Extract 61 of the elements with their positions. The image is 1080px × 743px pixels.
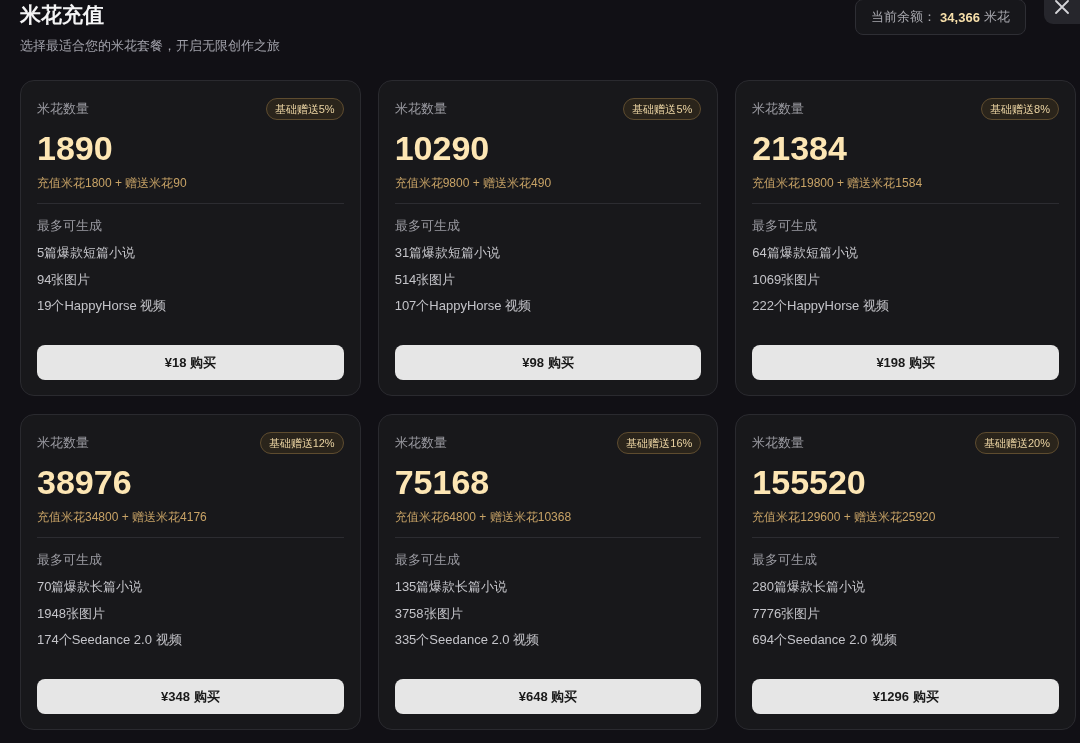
coin-amount: 21384 — [752, 128, 847, 168]
benefit-item: 70篇爆款长篇小说 — [37, 578, 143, 596]
generate-label: 最多可生成 — [752, 217, 818, 235]
generate-label: 最多可生成 — [752, 551, 818, 569]
benefit-item: 174个Seedance 2.0 视频 — [37, 631, 182, 649]
generate-label: 最多可生成 — [394, 551, 460, 569]
bonus-badge: 基础赠送8% — [981, 98, 1059, 120]
recharge-breakdown: 充值米花1800 + 赠送米花90 — [37, 175, 187, 192]
coin-amount: 1890 — [37, 128, 113, 168]
recharge-breakdown: 充值米花19800 + 赠送米花1584 — [752, 175, 923, 192]
benefit-item: 1948张图片 — [37, 604, 105, 623]
benefit-item: 1069张图片 — [752, 270, 821, 289]
buy-button[interactable]: ¥648 购买 — [394, 679, 702, 714]
coin-amount: 10290 — [394, 128, 490, 168]
quantity-label: 米花数量 — [37, 100, 89, 118]
bonus-badge: 基础赠送5% — [265, 98, 344, 120]
recharge-breakdown: 充值米花9800 + 赠送米花490 — [394, 175, 552, 192]
balance-unit: 米花 — [983, 8, 1010, 26]
benefit-item: 135篇爆款长篇小说 — [394, 578, 508, 596]
benefit-item: 7776张图片 — [752, 604, 821, 623]
generate-label: 最多可生成 — [37, 551, 102, 569]
generate-label: 最多可生成 — [37, 217, 102, 235]
coin-amount: 155520 — [752, 462, 866, 502]
quantity-label: 米花数量 — [394, 434, 447, 452]
benefit-item: 514张图片 — [394, 270, 456, 289]
page-subtitle: 选择最适合您的米花套餐，开启无限创作之旅 — [20, 38, 280, 55]
bonus-badge: 基础赠送5% — [623, 98, 702, 120]
buy-button[interactable]: ¥98 购买 — [394, 345, 702, 380]
buy-button[interactable]: ¥1296 购买 — [752, 679, 1059, 714]
quantity-label: 米花数量 — [752, 100, 805, 118]
page-title: 米花充值 — [20, 2, 104, 28]
bonus-badge: 基础赠送12% — [259, 432, 344, 454]
close-icon — [1055, 0, 1069, 14]
benefit-item: 335个Seedance 2.0 视频 — [394, 631, 540, 649]
buy-button[interactable]: ¥198 购买 — [752, 345, 1059, 380]
benefit-item: 31篇爆款短篇小说 — [394, 244, 501, 262]
benefit-item: 107个HappyHorse 视频 — [394, 297, 532, 315]
coin-amount: 38976 — [37, 462, 132, 502]
benefit-item: 222个HappyHorse 视频 — [752, 297, 889, 315]
benefit-item: 94张图片 — [37, 270, 91, 289]
benefit-item: 280篇爆款长篇小说 — [752, 578, 866, 596]
buy-button[interactable]: ¥18 购买 — [37, 345, 344, 380]
generate-label: 最多可生成 — [394, 217, 460, 235]
benefit-item: 5篇爆款短篇小说 — [37, 244, 136, 262]
bonus-badge: 基础赠送16% — [617, 432, 702, 454]
bonus-badge: 基础赠送20% — [974, 432, 1059, 454]
benefit-item: 19个HappyHorse 视频 — [37, 297, 167, 315]
coin-amount: 75168 — [394, 462, 490, 502]
quantity-label: 米花数量 — [37, 434, 89, 452]
recharge-breakdown: 充值米花129600 + 赠送米花25920 — [752, 509, 936, 526]
quantity-label: 米花数量 — [752, 434, 805, 452]
balance-label: 当前余额： — [871, 8, 937, 26]
recharge-breakdown: 充值米花34800 + 赠送米花4176 — [37, 509, 207, 526]
buy-button[interactable]: ¥348 购买 — [37, 679, 344, 714]
balance-amount: 34,366 — [940, 9, 980, 25]
benefit-item: 64篇爆款短篇小说 — [752, 244, 858, 262]
benefit-item: 3758张图片 — [394, 604, 463, 623]
close-button[interactable] — [1044, 0, 1080, 24]
recharge-breakdown: 充值米花64800 + 赠送米花10368 — [394, 509, 572, 526]
benefit-item: 694个Seedance 2.0 视频 — [752, 631, 897, 649]
quantity-label: 米花数量 — [394, 100, 447, 118]
